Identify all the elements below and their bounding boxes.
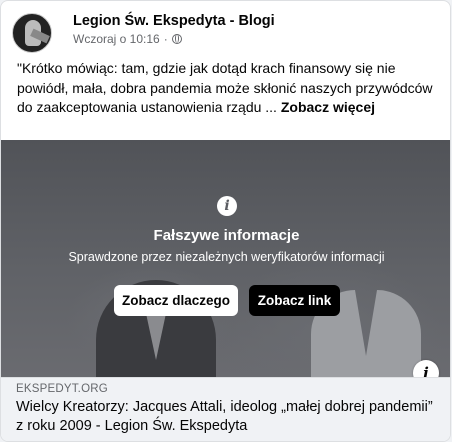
meta-separator: ·: [163, 32, 168, 46]
link-domain: EKSPEDYT.ORG: [16, 383, 108, 395]
link-preview[interactable]: EKSPEDYT.ORG Wielcy Kreatorzy: Jacques A…: [1, 377, 450, 441]
globe-icon[interactable]: [171, 34, 182, 44]
page-avatar[interactable]: [12, 13, 52, 53]
link-title[interactable]: Wielcy Kreatorzy: Jacques Attali, ideolo…: [16, 398, 436, 436]
post-card: Legion Św. Ekspedyta - Blogi Wczoraj o 1…: [0, 0, 451, 442]
page-name-link[interactable]: Legion Św. Ekspedyta - Blogi: [73, 13, 275, 29]
blurred-media[interactable]: i Fałszywe informacje Sprawdzone przez n…: [1, 140, 450, 377]
see-why-button[interactable]: Zobacz dlaczego: [114, 285, 238, 316]
false-info-title: Fałszywe informacje: [153, 227, 300, 244]
post-text: "Krótko mówiąc: tam, gdzie jak dotąd kra…: [17, 59, 437, 118]
post-timestamp[interactable]: Wczoraj o 10:16: [73, 32, 160, 46]
see-more-link[interactable]: Zobacz więcej: [281, 99, 375, 115]
false-info-subtitle: Sprawdzone przez niezależnych weryfikato…: [68, 250, 385, 264]
post-meta: Wczoraj o 10:16 ·: [73, 32, 182, 46]
info-icon: i: [217, 196, 237, 216]
see-link-button[interactable]: Zobacz link: [249, 285, 340, 316]
